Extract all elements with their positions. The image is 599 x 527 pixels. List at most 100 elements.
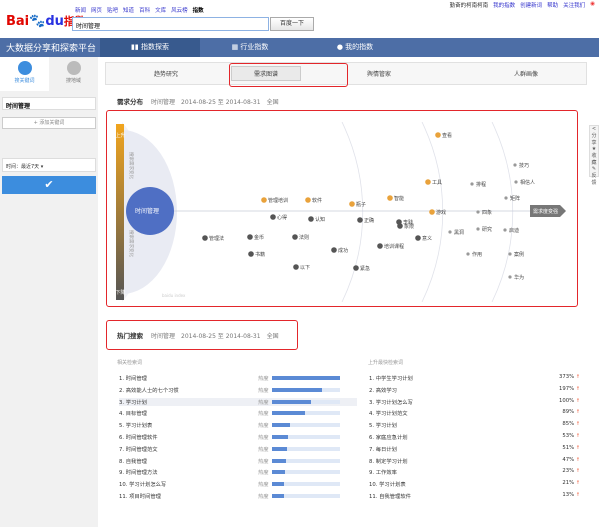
- tab-industry-index[interactable]: ▦ 行业指数: [200, 38, 300, 57]
- keyword-node-label[interactable]: 培训课程: [384, 243, 404, 250]
- share-button[interactable]: < 分享: [590, 126, 598, 146]
- keyword-link[interactable]: 高效学习: [376, 388, 397, 394]
- keyword-link[interactable]: 每日计划: [376, 447, 397, 453]
- keyword-node-label[interactable]: 技巧: [519, 162, 529, 169]
- keyword-node-label[interactable]: 游戏: [436, 209, 446, 216]
- keyword-node-dot[interactable]: [415, 235, 421, 241]
- related-row[interactable]: 10. 学习计划怎么写: [119, 480, 166, 488]
- keyword-link[interactable]: 时间管理: [126, 376, 147, 382]
- keyword-node-label[interactable]: 管理培训: [268, 197, 288, 204]
- keyword-link[interactable]: 中学生学习计划: [376, 376, 413, 382]
- keyword-node-label[interactable]: 排程: [476, 181, 486, 188]
- tab-search-keyword[interactable]: 搜关键词: [0, 57, 49, 91]
- confirm-button[interactable]: ✔: [2, 176, 96, 194]
- keyword-node-dot[interactable]: [476, 227, 480, 231]
- follow-link[interactable]: 关注我们: [563, 1, 585, 9]
- keyword-link[interactable]: 学习计划表: [379, 482, 406, 488]
- period-select[interactable]: 时间：最近7天 ▾: [2, 158, 96, 172]
- feedback-button[interactable]: ✎ 反馈: [590, 166, 598, 186]
- tab-my-index[interactable]: ● 我的指数: [300, 38, 410, 57]
- keyword-link[interactable]: 学习计划范文: [376, 411, 408, 417]
- related-row[interactable]: 4. 目标管理: [119, 409, 147, 417]
- keyword-node-dot[interactable]: [466, 252, 470, 256]
- keyword-node-dot[interactable]: [357, 217, 363, 223]
- keyword-item[interactable]: 时间管理: [2, 97, 96, 110]
- related-row[interactable]: 2. 高效能人士的七个习惯: [119, 386, 179, 394]
- keyword-link[interactable]: 时间管理范文: [126, 447, 158, 453]
- keyword-node-dot[interactable]: [435, 132, 441, 138]
- keyword-link[interactable]: 项目时间管理: [129, 494, 161, 500]
- rising-row[interactable]: 11. 自我管理软件: [369, 492, 411, 500]
- keyword-node-label[interactable]: 紧急: [360, 265, 370, 272]
- keyword-node-label[interactable]: 研究: [482, 226, 492, 233]
- keyword-node-label[interactable]: 成功: [338, 247, 348, 254]
- keyword-node-dot[interactable]: [476, 210, 480, 214]
- keyword-node-label[interactable]: 瓶子: [356, 201, 366, 208]
- keyword-node-label[interactable]: 管理法: [209, 235, 224, 242]
- keyword-link[interactable]: 高效能人士的七个习惯: [126, 388, 179, 394]
- keyword-node-label[interactable]: 以下: [300, 265, 310, 271]
- keyword-node-dot[interactable]: [514, 180, 518, 184]
- keyword-node-dot[interactable]: [202, 235, 208, 241]
- keyword-link[interactable]: 学习计划怎么写: [129, 482, 166, 488]
- keyword-node-dot[interactable]: [470, 182, 474, 186]
- top-nav-wenku[interactable]: 文库: [155, 6, 166, 14]
- related-row[interactable]: 8. 自我管理: [119, 457, 147, 465]
- keyword-node-label[interactable]: 软件: [312, 197, 322, 204]
- keyword-node-dot[interactable]: [270, 214, 276, 220]
- keyword-node-dot[interactable]: [353, 265, 359, 271]
- keyword-link[interactable]: 时间管理方法: [126, 470, 158, 476]
- help-link[interactable]: 帮助: [547, 1, 558, 9]
- keyword-node-label[interactable]: 意义: [422, 235, 432, 242]
- keyword-node-label[interactable]: 金币: [254, 234, 264, 241]
- rising-row[interactable]: 10. 学习计划表: [369, 480, 406, 488]
- keyword-node-dot[interactable]: [331, 247, 337, 253]
- keyword-node-dot[interactable]: [248, 251, 254, 257]
- keyword-node-dot[interactable]: [308, 216, 314, 222]
- related-row[interactable]: 5. 学习计划表: [119, 421, 152, 429]
- tab-search-region[interactable]: 搜地域: [49, 57, 98, 91]
- keyword-node-dot[interactable]: [377, 243, 383, 249]
- keyword-node-label[interactable]: 作用: [472, 251, 482, 258]
- keyword-node-dot[interactable]: [504, 196, 508, 200]
- keyword-node-dot[interactable]: [513, 163, 517, 167]
- user-name[interactable]: 勤奋的柯南柯南: [450, 1, 489, 9]
- rising-row[interactable]: 1. 中学生学习计划: [369, 374, 413, 382]
- related-row[interactable]: 9. 时间管理方法: [119, 468, 158, 476]
- search-input[interactable]: 时间管理: [72, 17, 269, 31]
- tab-index-explore[interactable]: ▮▮ 指数探索: [100, 38, 200, 57]
- favorite-button[interactable]: ★ 收藏: [590, 146, 598, 166]
- top-nav-zhidao[interactable]: 知道: [123, 6, 134, 14]
- rising-row[interactable]: 9. 工作效率: [369, 468, 397, 476]
- keyword-node-dot[interactable]: [503, 228, 507, 232]
- keyword-node-label[interactable]: 华为: [514, 274, 524, 281]
- related-row[interactable]: 1. 时间管理: [119, 374, 147, 382]
- search-button[interactable]: 百度一下: [270, 17, 314, 31]
- keyword-link[interactable]: 工作效率: [376, 470, 397, 476]
- keyword-node-dot[interactable]: [448, 230, 452, 234]
- top-nav-baike[interactable]: 百科: [139, 6, 150, 14]
- keyword-node-label[interactable]: 工具: [432, 180, 442, 186]
- keyword-node-label[interactable]: 正确: [364, 217, 374, 224]
- create-word-link[interactable]: 创建新词: [520, 1, 542, 9]
- rising-row[interactable]: 8. 制定学习计划: [369, 457, 408, 465]
- keyword-link[interactable]: 学习计划: [376, 423, 397, 429]
- top-nav-web[interactable]: 网页: [91, 6, 102, 14]
- keyword-node-label[interactable]: 智能: [394, 195, 404, 202]
- keyword-node-label[interactable]: 四象: [482, 209, 492, 216]
- keyword-node-dot[interactable]: [387, 195, 393, 201]
- keyword-link[interactable]: 制定学习计划: [376, 459, 408, 465]
- keyword-node-label[interactable]: 书籍: [255, 251, 265, 258]
- keyword-node-dot[interactable]: [247, 234, 253, 240]
- keyword-node-dot[interactable]: [429, 209, 435, 215]
- keyword-node-label[interactable]: 李践: [403, 219, 413, 226]
- keyword-node-dot[interactable]: [292, 234, 298, 240]
- keyword-node-dot[interactable]: [425, 179, 431, 185]
- keyword-node-dot[interactable]: [293, 264, 299, 270]
- keyword-link[interactable]: 自我管理软件: [379, 494, 411, 500]
- my-index-link[interactable]: 我的指数: [493, 1, 515, 9]
- keyword-node-label[interactable]: 矩阵: [510, 195, 520, 202]
- keyword-node-dot[interactable]: [261, 197, 267, 203]
- keyword-link[interactable]: 家庭应急计划: [376, 435, 408, 441]
- rising-row[interactable]: 5. 学习计划: [369, 421, 397, 429]
